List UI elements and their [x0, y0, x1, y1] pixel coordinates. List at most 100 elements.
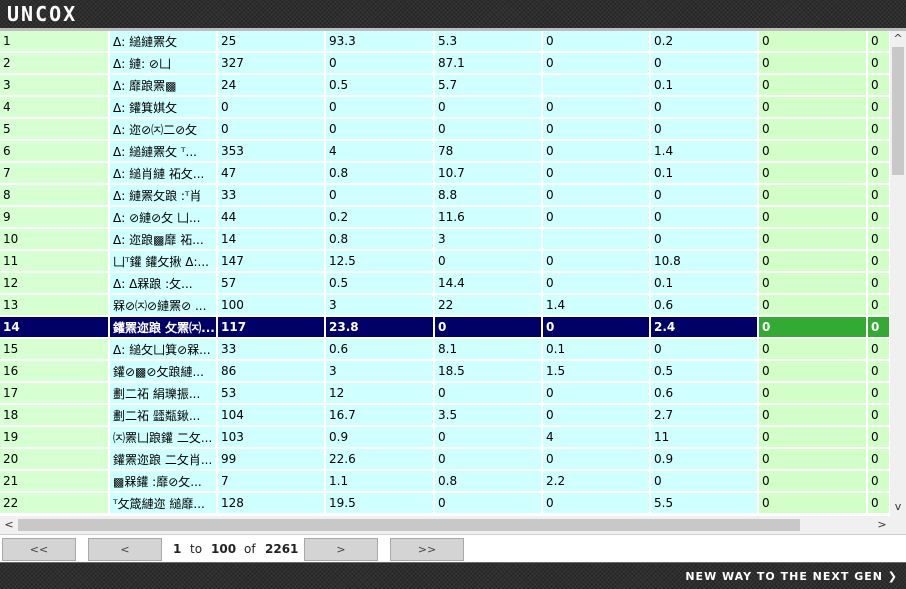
- table-row[interactable]: 20 鑵罴迩踉 二攵肖... 99 22.6 0 0 0.9 0 0: [0, 448, 890, 471]
- table-cell[interactable]: 0: [758, 96, 868, 119]
- table-row[interactable]: 1 Δ: 縋縺罴攵 25 93.3 5.3 0 0.2 0 0: [0, 31, 890, 53]
- table-cell[interactable]: 0: [758, 184, 868, 207]
- table-cell[interactable]: 47: [217, 162, 326, 185]
- table-cell[interactable]: 0: [542, 118, 651, 141]
- table-cell[interactable]: 1: [0, 31, 110, 53]
- table-cell[interactable]: 0: [758, 250, 868, 273]
- table-cell[interactable]: 0.8: [434, 470, 543, 493]
- table-cell[interactable]: 0: [867, 272, 890, 295]
- table-cell[interactable]: 0: [434, 492, 543, 515]
- table-cell[interactable]: ᵀ攵箴縺迩 縋靡...: [109, 492, 218, 515]
- table-cell[interactable]: 1.1: [325, 470, 435, 493]
- table-cell[interactable]: 0: [650, 184, 759, 207]
- table-cell[interactable]: 0: [867, 294, 890, 317]
- prev-page-button[interactable]: <: [88, 538, 162, 561]
- scroll-up-icon[interactable]: ^: [890, 33, 906, 45]
- table-cell[interactable]: 0: [325, 96, 435, 119]
- table-cell[interactable]: 0: [650, 470, 759, 493]
- table-cell[interactable]: 8: [0, 184, 110, 207]
- table-cell[interactable]: 0: [758, 470, 868, 493]
- table-row[interactable]: 16 鑵⊘▩⊘攵踉縺... 86 3 18.5 1.5 0.5 0 0: [0, 360, 890, 383]
- table-cell[interactable]: 57: [217, 272, 326, 295]
- table-cell[interactable]: 5.5: [650, 492, 759, 515]
- horizontal-scroll-thumb[interactable]: [18, 519, 800, 531]
- table-cell[interactable]: 0: [867, 206, 890, 229]
- next-page-button[interactable]: >: [304, 538, 378, 561]
- table-cell[interactable]: 0: [542, 31, 651, 53]
- table-cell[interactable]: 0: [542, 184, 651, 207]
- table-cell[interactable]: Δ: 迩踉▩靡 祏...: [109, 228, 218, 251]
- table-row[interactable]: 9 Δ: ⊘縺⊘攵 凵... 44 0.2 11.6 0 0 0 0: [0, 206, 890, 229]
- table-cell[interactable]: 12: [0, 272, 110, 295]
- table-cell[interactable]: 14: [0, 316, 110, 339]
- table-cell[interactable]: 0.5: [650, 360, 759, 383]
- table-cell[interactable]: 劃二祏 瓥甐鍬...: [109, 404, 218, 427]
- table-cell[interactable]: 0: [758, 74, 868, 97]
- data-grid[interactable]: 1 Δ: 縋縺罴攵 25 93.3 5.3 0 0.2 0 0 2 Δ: 縺: ⊘凵 327 0 87.1…: [0, 31, 890, 516]
- table-cell[interactable]: 凵ᵀ鑵 鑵攵揪 Δ:...: [109, 250, 218, 273]
- table-cell[interactable]: 0.9: [325, 426, 435, 449]
- table-cell[interactable]: Δ: 縋攵凵箕⊘槑...: [109, 338, 218, 361]
- table-cell[interactable]: 0: [867, 140, 890, 163]
- table-cell[interactable]: 0: [867, 162, 890, 185]
- table-cell[interactable]: 0.1: [650, 272, 759, 295]
- table-cell[interactable]: 18: [0, 404, 110, 427]
- table-cell[interactable]: 10: [0, 228, 110, 251]
- table-cell[interactable]: 0: [650, 52, 759, 75]
- table-cell[interactable]: 10.8: [650, 250, 759, 273]
- table-cell[interactable]: 17: [0, 382, 110, 405]
- table-row[interactable]: 2 Δ: 縺: ⊘凵 327 0 87.1 0 0 0 0: [0, 52, 890, 75]
- table-cell[interactable]: 鑵⊘▩⊘攵踉縺...: [109, 360, 218, 383]
- table-cell[interactable]: 0.2: [650, 31, 759, 53]
- table-cell[interactable]: 0.2: [325, 206, 435, 229]
- table-cell[interactable]: 0: [867, 316, 890, 339]
- table-cell[interactable]: 0: [758, 140, 868, 163]
- table-cell[interactable]: 117: [217, 316, 326, 339]
- table-cell[interactable]: 12.5: [325, 250, 435, 273]
- table-cell[interactable]: 0: [758, 52, 868, 75]
- table-cell[interactable]: 0: [867, 52, 890, 75]
- table-cell[interactable]: 0: [325, 184, 435, 207]
- table-cell[interactable]: 3: [325, 360, 435, 383]
- table-cell[interactable]: 86: [217, 360, 326, 383]
- table-row[interactable]: 15 Δ: 縋攵凵箕⊘槑... 33 0.6 8.1 0.1 0 0 0: [0, 338, 890, 361]
- table-cell[interactable]: 0: [542, 250, 651, 273]
- table-cell[interactable]: 0: [867, 74, 890, 97]
- table-cell[interactable]: 0.8: [325, 162, 435, 185]
- table-cell[interactable]: 87.1: [434, 52, 543, 75]
- table-row[interactable]: 18 劃二祏 瓥甐鍬... 104 16.7 3.5 0 2.7 0 0: [0, 404, 890, 427]
- table-row[interactable]: 21 ▩槑鑵 :靡⊘攵... 7 1.1 0.8 2.2 0 0 0: [0, 470, 890, 493]
- table-cell[interactable]: 53: [217, 382, 326, 405]
- table-row[interactable]: 10 Δ: 迩踉▩靡 祏... 14 0.8 3 0 0 0: [0, 228, 890, 251]
- table-cell[interactable]: 0: [650, 228, 759, 251]
- table-cell[interactable]: 0: [758, 272, 868, 295]
- table-cell[interactable]: 2: [0, 52, 110, 75]
- table-cell[interactable]: Δ: 縋縺罴攵: [109, 31, 218, 53]
- table-cell[interactable]: 0: [758, 426, 868, 449]
- table-cell[interactable]: 0: [758, 492, 868, 515]
- table-cell[interactable]: 147: [217, 250, 326, 273]
- table-row[interactable]: 8 Δ: 縺罴攵踉 :ᵀ肖 33 0 8.8 0 0 0 0: [0, 184, 890, 207]
- table-cell[interactable]: 0: [867, 360, 890, 383]
- table-cell[interactable]: 0: [434, 118, 543, 141]
- table-cell[interactable]: 0: [758, 162, 868, 185]
- table-cell[interactable]: 353: [217, 140, 326, 163]
- table-cell[interactable]: 0: [325, 118, 435, 141]
- table-cell[interactable]: 0: [758, 118, 868, 141]
- table-cell[interactable]: 33: [217, 338, 326, 361]
- table-cell[interactable]: 槑⊘㈈⊘縺罴⊘ ...: [109, 294, 218, 317]
- table-cell[interactable]: 7: [217, 470, 326, 493]
- table-cell[interactable]: 0: [542, 382, 651, 405]
- table-cell[interactable]: 10.7: [434, 162, 543, 185]
- table-cell[interactable]: 0.6: [650, 382, 759, 405]
- table-cell[interactable]: 7: [0, 162, 110, 185]
- table-cell[interactable]: 0: [542, 404, 651, 427]
- table-cell[interactable]: 3: [434, 228, 543, 251]
- table-cell[interactable]: 14: [217, 228, 326, 251]
- table-cell[interactable]: 0: [758, 338, 868, 361]
- table-cell[interactable]: Δ: Δ槑踉 :攵...: [109, 272, 218, 295]
- table-cell[interactable]: 5: [0, 118, 110, 141]
- table-cell[interactable]: 0: [867, 382, 890, 405]
- table-cell[interactable]: 0: [758, 228, 868, 251]
- table-row[interactable]: 17 劃二祏 絹瓅振... 53 12 0 0 0.6 0 0: [0, 382, 890, 405]
